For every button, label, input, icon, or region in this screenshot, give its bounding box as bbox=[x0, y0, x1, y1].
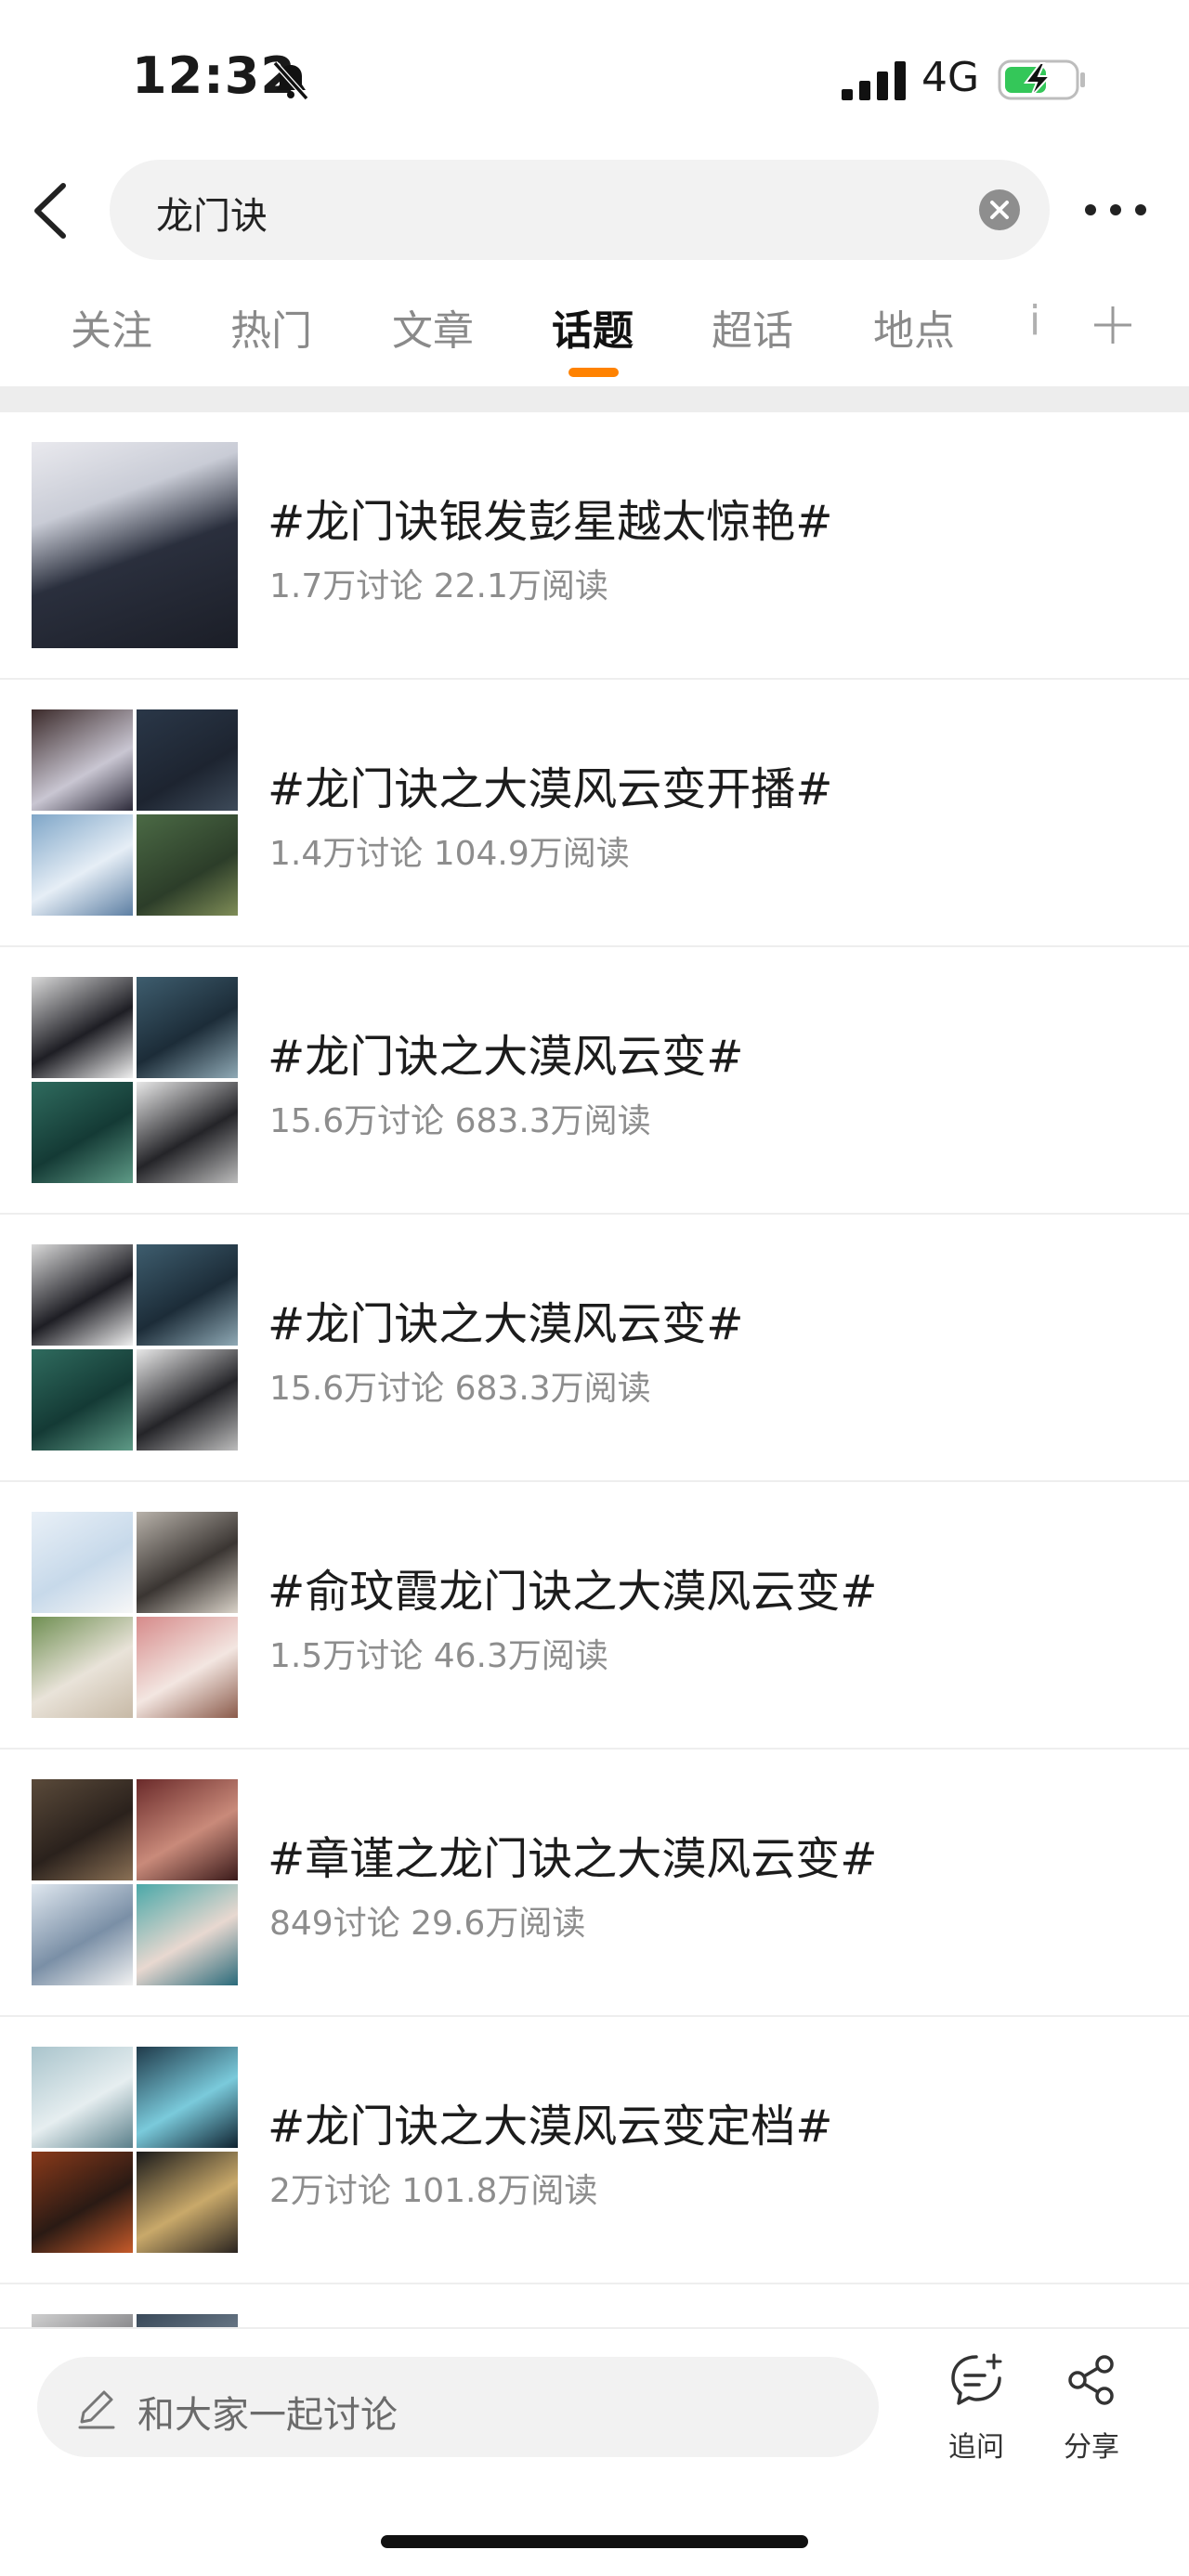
topic-stats: 1.5万讨论 46.3万阅读 bbox=[269, 1637, 608, 1675]
active-tab-indicator bbox=[568, 368, 619, 377]
topic-thumbnail bbox=[32, 2047, 238, 2253]
topic-thumbnail bbox=[32, 709, 238, 916]
ask-icon bbox=[951, 2353, 1002, 2405]
back-icon[interactable] bbox=[26, 178, 74, 243]
topic-stats: 849讨论 29.6万阅读 bbox=[269, 1905, 586, 1943]
search-query: 龙门诀 bbox=[156, 195, 268, 238]
topic-title: #龙门诀之大漠风云变# bbox=[268, 1031, 744, 1083]
ask-button[interactable]: 追问 bbox=[925, 2351, 1027, 2472]
topic-thumbnail bbox=[32, 1779, 238, 1985]
tab-places[interactable]: 地点 bbox=[873, 297, 955, 357]
tab-topics[interactable]: 话题 bbox=[552, 297, 634, 357]
share-icon bbox=[1068, 2355, 1114, 2405]
ask-label: 追问 bbox=[948, 2431, 1004, 2464]
search-input[interactable]: 龙门诀 bbox=[110, 160, 1050, 260]
tab-articles[interactable]: 文章 bbox=[392, 297, 474, 357]
topic-thumbnail bbox=[32, 442, 238, 648]
category-tabs: 关注 热门 文章 话题 超话 地点 i bbox=[0, 279, 1189, 388]
bell-muted-icon bbox=[272, 60, 309, 101]
topic-title: #龙门诀银发彭星越太惊艳# bbox=[268, 496, 833, 548]
topic-title: #俞玟霞龙门诀之大漠风云变# bbox=[268, 1566, 878, 1618]
topic-row[interactable]: #龙门诀之大漠风云变定档# 2万讨论 101.8万阅读 bbox=[0, 2017, 1189, 2284]
topic-row[interactable]: #龙门诀之大漠风云变# 15.6万讨论 683.3万阅读 bbox=[0, 1215, 1189, 1482]
topic-stats: 15.6万讨论 683.3万阅读 bbox=[269, 1102, 651, 1140]
signal-icon bbox=[842, 61, 906, 100]
topic-row[interactable]: #章谨之龙门诀之大漠风云变# 849讨论 29.6万阅读 bbox=[0, 1750, 1189, 2017]
search-header: 龙门诀 bbox=[0, 158, 1189, 260]
more-icon[interactable] bbox=[1083, 202, 1148, 217]
topic-stats: 1.4万讨论 104.9万阅读 bbox=[269, 835, 630, 873]
topic-row[interactable]: #俞玟霞龙门诀之大漠风云变# 1.5万讨论 46.3万阅读 bbox=[0, 1482, 1189, 1750]
status-bar: 12:32 4G bbox=[0, 0, 1189, 158]
topic-stats: 2万讨论 101.8万阅读 bbox=[269, 2172, 598, 2210]
share-button[interactable]: 分享 bbox=[1040, 2351, 1143, 2472]
tab-following[interactable]: 关注 bbox=[71, 297, 152, 357]
tab-overflow[interactable]: i bbox=[1029, 297, 1040, 345]
tab-hot[interactable]: 热门 bbox=[230, 297, 312, 357]
home-indicator[interactable] bbox=[381, 2535, 808, 2548]
topic-thumbnail bbox=[32, 977, 238, 1183]
topic-thumbnail bbox=[32, 1512, 238, 1718]
topic-title: #章谨之龙门诀之大漠风云变# bbox=[268, 1833, 878, 1885]
topic-row[interactable]: #龙门诀银发彭星越太惊艳# 1.7万讨论 22.1万阅读 bbox=[0, 412, 1189, 680]
page: 12:32 4G 龙门诀 关注 热门 文章 话题 超话 地点 i #龙门诀银发彭… bbox=[0, 0, 1189, 2576]
network-label: 4G bbox=[921, 54, 980, 101]
topic-title: #龙门诀之大漠风云变# bbox=[268, 1298, 744, 1350]
section-divider bbox=[0, 386, 1189, 412]
plus-icon[interactable] bbox=[1092, 305, 1133, 345]
discuss-input[interactable]: 和大家一起讨论 bbox=[37, 2357, 879, 2457]
topic-thumbnail bbox=[32, 1244, 238, 1451]
topic-stats: 15.6万讨论 683.3万阅读 bbox=[269, 1370, 651, 1408]
discuss-placeholder: 和大家一起讨论 bbox=[137, 2394, 398, 2437]
topic-title: #龙门诀之大漠风云变开播# bbox=[268, 763, 833, 815]
topic-title: #龙门诀之大漠风云变定档# bbox=[268, 2101, 833, 2153]
pencil-icon bbox=[78, 2390, 115, 2429]
clear-icon[interactable] bbox=[979, 189, 1020, 230]
tab-super-topics[interactable]: 超话 bbox=[712, 297, 793, 357]
topic-row[interactable]: #龙门诀之大漠风云变# 15.6万讨论 683.3万阅读 bbox=[0, 947, 1189, 1215]
topic-row[interactable]: #龙门诀之大漠风云变开播# 1.4万讨论 104.9万阅读 bbox=[0, 680, 1189, 947]
topic-stats: 1.7万讨论 22.1万阅读 bbox=[269, 567, 608, 605]
share-label: 分享 bbox=[1064, 2431, 1119, 2464]
battery-charging-icon bbox=[998, 59, 1085, 100]
